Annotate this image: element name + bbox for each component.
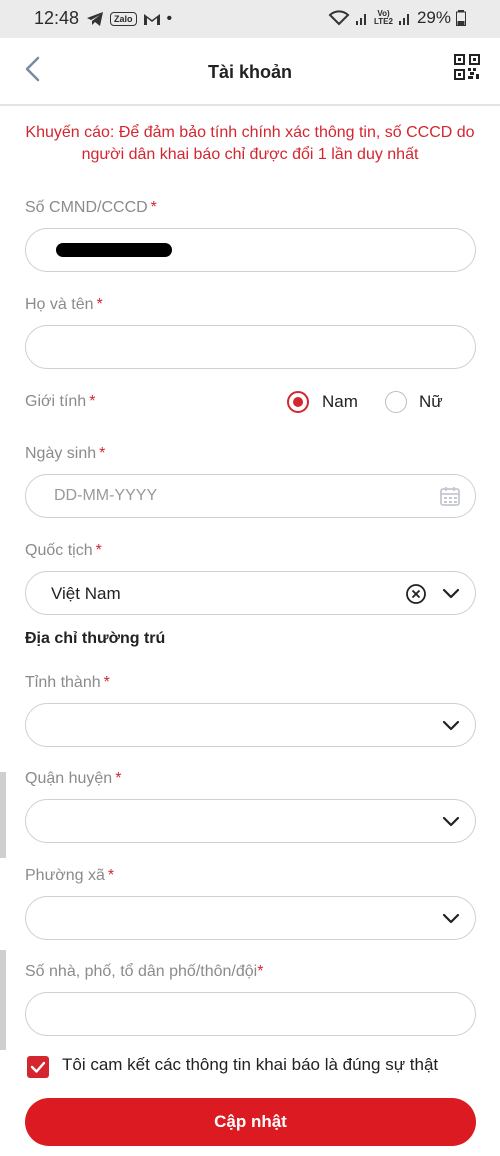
street-input[interactable] bbox=[25, 992, 476, 1036]
zalo-icon: Zalo bbox=[110, 12, 137, 26]
province-select[interactable] bbox=[25, 703, 476, 747]
system-icons: Vo) LTE2 29% bbox=[328, 8, 466, 28]
gender-label: Giới tính * bbox=[25, 393, 96, 410]
volte-icon: Vo) LTE2 bbox=[374, 9, 393, 26]
birth-date-label: Ngày sinh * bbox=[25, 445, 106, 462]
street-label: Số nhà, phố, tổ dân phố/thôn/đội* bbox=[25, 963, 264, 980]
app-header: Tài khoản bbox=[0, 38, 500, 106]
warning-message: Khuyến cáo: Để đảm bảo tính chính xác th… bbox=[25, 124, 475, 163]
gender-male-radio[interactable] bbox=[287, 391, 309, 413]
gender-female-radio[interactable] bbox=[385, 391, 407, 413]
chevron-down-icon[interactable] bbox=[441, 813, 461, 829]
gender-male-label[interactable]: Nam bbox=[322, 392, 358, 412]
id-number-label: Số CMND/CCCD * bbox=[25, 199, 157, 216]
battery-icon bbox=[456, 10, 466, 26]
chevron-down-icon[interactable] bbox=[441, 585, 461, 601]
signal-icon bbox=[356, 14, 366, 25]
ward-label: Phường xã * bbox=[25, 867, 115, 884]
qr-code-icon[interactable] bbox=[454, 54, 480, 80]
district-select[interactable] bbox=[25, 799, 476, 843]
status-bar: 12:48 Zalo • Vo) LTE2 29% bbox=[0, 0, 500, 38]
gender-female-label[interactable]: Nữ bbox=[419, 392, 443, 412]
more-notifications-dot: • bbox=[166, 10, 173, 27]
full-name-input[interactable] bbox=[25, 325, 476, 369]
clear-icon[interactable] bbox=[405, 583, 427, 605]
scroll-indicator-left bbox=[0, 772, 6, 858]
full-name-label: Họ và tên * bbox=[25, 296, 103, 313]
ward-select[interactable] bbox=[25, 896, 476, 940]
scroll-indicator-left-2 bbox=[0, 950, 6, 1050]
birth-date-input[interactable]: DD-MM-YYYY bbox=[25, 474, 476, 518]
birth-date-placeholder: DD-MM-YYYY bbox=[54, 487, 158, 504]
redacted-value bbox=[56, 243, 172, 257]
chevron-down-icon[interactable] bbox=[441, 910, 461, 926]
nationality-value: Việt Nam bbox=[51, 584, 121, 603]
wifi-icon bbox=[328, 10, 350, 26]
calendar-icon[interactable] bbox=[439, 485, 461, 507]
nationality-select[interactable]: Việt Nam bbox=[25, 571, 476, 615]
district-label: Quận huyện * bbox=[25, 770, 122, 787]
update-button[interactable]: Cập nhật bbox=[25, 1098, 476, 1146]
gmail-icon bbox=[143, 14, 160, 25]
page-title: Tài khoản bbox=[207, 62, 292, 82]
nationality-label: Quốc tịch * bbox=[25, 542, 102, 559]
address-section-title: Địa chỉ thường trú bbox=[25, 630, 166, 647]
checkmark-icon bbox=[30, 1061, 46, 1073]
province-label: Tỉnh thành * bbox=[25, 674, 110, 691]
signal-2-icon bbox=[398, 14, 409, 25]
status-time: 12:48 bbox=[34, 8, 80, 28]
commit-checkbox[interactable] bbox=[27, 1056, 49, 1078]
commit-label[interactable]: Tôi cam kết các thông tin khai báo là đú… bbox=[62, 1055, 438, 1075]
id-number-input[interactable] bbox=[25, 228, 476, 272]
telegram-icon bbox=[87, 12, 103, 26]
battery-percent: 29% bbox=[416, 8, 451, 27]
notification-icons: Zalo • bbox=[86, 10, 172, 28]
chevron-down-icon[interactable] bbox=[441, 717, 461, 733]
